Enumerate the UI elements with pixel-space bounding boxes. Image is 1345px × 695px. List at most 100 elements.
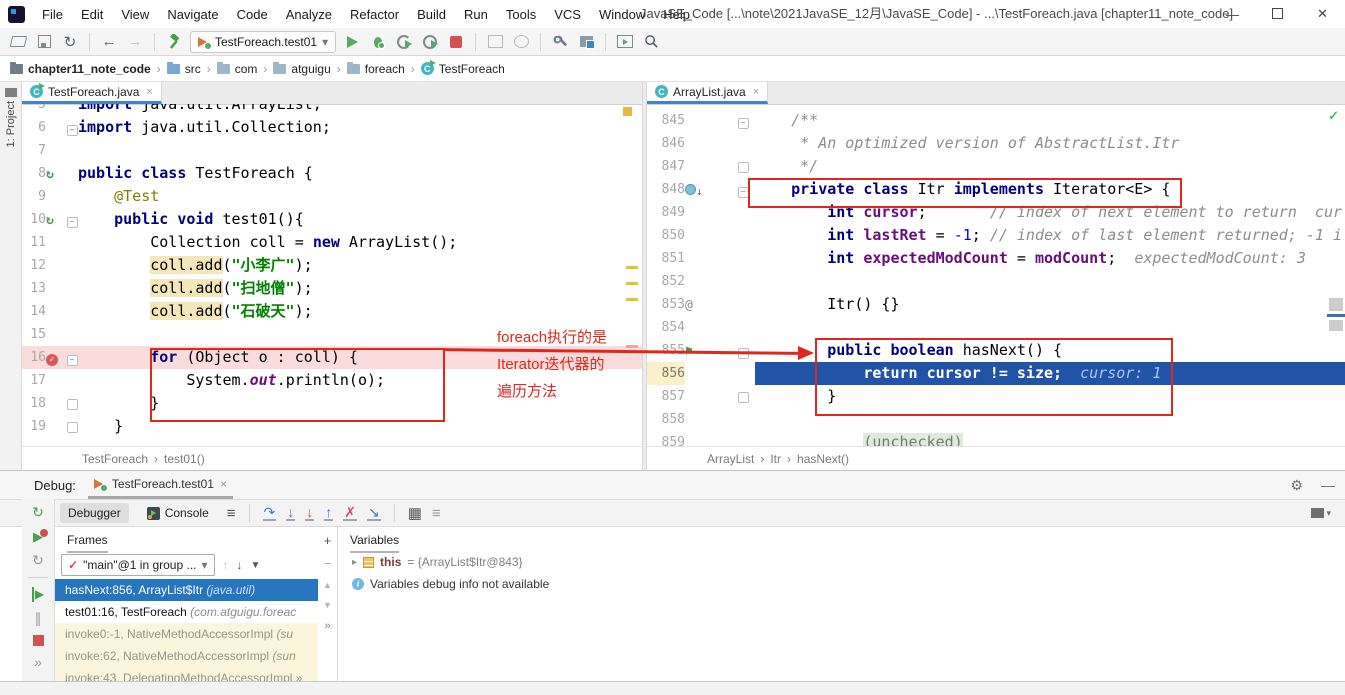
drop-frame-icon[interactable]: ✗ [343, 505, 357, 521]
menu-vcs[interactable]: VCS [546, 3, 589, 26]
gutter[interactable]: 9 [22, 185, 78, 208]
frame-row[interactable]: hasNext:856, ArrayList$Itr (java.util) [55, 579, 318, 601]
project-structure-icon[interactable] [576, 32, 596, 52]
build-hammer-icon[interactable] [164, 32, 184, 52]
window-close-button[interactable]: ✕ [1300, 6, 1345, 22]
profiler-icon[interactable] [420, 32, 440, 52]
gutter[interactable]: 853 @ [647, 293, 755, 316]
resume-program-icon[interactable]: ▶ [33, 529, 48, 544]
window-minimize-button[interactable]: — [1210, 7, 1255, 22]
editor-breadcrumb-item[interactable]: Itr [770, 452, 781, 466]
editor-breadcrumb-item[interactable]: test01() [164, 452, 205, 466]
menu-file[interactable]: File [34, 3, 71, 26]
breadcrumb-item-TestForeach[interactable]: C TestForeach [420, 60, 505, 76]
pause-icon[interactable]: ∥ [35, 611, 42, 626]
gutter[interactable]: 857 [647, 385, 755, 408]
breadcrumb-item-chapter11_note_code[interactable]: chapter11_note_code [10, 61, 151, 76]
gutter[interactable]: 845 − [647, 109, 755, 132]
gutter[interactable]: 6− [22, 116, 78, 139]
gutter[interactable]: 856 [647, 362, 755, 385]
gutter[interactable]: 859 [647, 431, 755, 447]
gear-icon[interactable]: ⚙ [1290, 477, 1303, 494]
fold-marker-icon[interactable]: − [66, 217, 78, 228]
close-icon[interactable]: × [146, 86, 152, 98]
breakpoint-icon[interactable]: ✓ [46, 354, 58, 366]
frame-row[interactable]: test01:16, TestForeach (com.atguigu.fore… [55, 601, 318, 623]
gutter[interactable]: 851 [647, 247, 755, 270]
run-test-icon[interactable]: ↻ [46, 167, 54, 182]
forward-icon[interactable]: → [125, 32, 145, 52]
frame-up-icon[interactable]: ↑ [223, 558, 229, 572]
wrench-icon[interactable] [550, 32, 570, 52]
force-step-into-icon[interactable]: ↓ [305, 505, 315, 521]
debug-button[interactable] [368, 32, 388, 52]
tab-console[interactable]: Console [139, 503, 217, 523]
editor-breadcrumb-item[interactable]: ArrayList [707, 452, 754, 466]
editor-breadcrumb-item[interactable]: hasNext() [797, 452, 849, 466]
gutter[interactable]: 846 [647, 132, 755, 155]
fold-strip[interactable] [66, 254, 78, 277]
run-test-icon[interactable]: ↻ [46, 213, 54, 228]
more-icon[interactable]: » [34, 655, 42, 670]
menu-navigate[interactable]: Navigate [159, 3, 226, 26]
scroll-down-icon[interactable]: ▼ [323, 600, 332, 610]
run-with-coverage-icon[interactable] [394, 32, 414, 52]
fold-strip[interactable] [66, 185, 78, 208]
fold-strip[interactable] [731, 247, 755, 270]
fold-strip[interactable] [731, 385, 755, 408]
menu-view[interactable]: View [113, 3, 157, 26]
fold-marker-icon[interactable] [737, 162, 749, 173]
fold-marker-icon[interactable]: − [66, 125, 78, 136]
resume-icon[interactable]: ▶ [31, 587, 44, 602]
fold-strip[interactable] [66, 392, 78, 415]
fold-strip[interactable] [66, 162, 78, 185]
run-to-cursor-icon[interactable]: ↘ [366, 505, 381, 521]
sync-icon[interactable]: ↻ [60, 32, 80, 52]
fold-strip[interactable] [66, 277, 78, 300]
fold-strip[interactable]: − [66, 116, 78, 139]
gutter[interactable]: 14 [22, 300, 78, 323]
gutter[interactable]: 5 [22, 104, 78, 116]
gutter[interactable]: 852 [647, 270, 755, 293]
gutter[interactable]: 18 [22, 392, 78, 415]
fold-strip[interactable] [66, 139, 78, 162]
tab-testforeach[interactable]: C TestForeach.java × [22, 82, 162, 104]
remove-icon[interactable]: − [324, 558, 330, 570]
frame-row[interactable]: invoke0:-1, NativeMethodAccessorImpl (su [55, 623, 318, 645]
breadcrumb-item-foreach[interactable]: foreach [346, 61, 405, 76]
fold-strip[interactable] [731, 408, 755, 431]
fold-strip[interactable]: − [66, 346, 78, 369]
gutter[interactable]: 16 ✓ − [22, 346, 78, 369]
layout-menu-icon[interactable]: ≡ [227, 505, 236, 522]
menu-analyze[interactable]: Analyze [278, 3, 340, 26]
fold-strip[interactable] [66, 231, 78, 254]
expander-icon[interactable]: ▸ [352, 557, 357, 568]
run-anything-icon[interactable] [615, 32, 635, 52]
gutter[interactable]: 13 [22, 277, 78, 300]
menu-edit[interactable]: Edit [73, 3, 111, 26]
stop-icon[interactable] [32, 635, 44, 646]
hide-panel-icon[interactable]: — [1321, 477, 1335, 493]
fold-marker-icon[interactable] [737, 392, 749, 403]
fold-strip[interactable] [731, 431, 755, 447]
gutter[interactable]: 19 [22, 415, 78, 438]
stop-button[interactable] [446, 32, 466, 52]
gutter[interactable]: 850 [647, 224, 755, 247]
scrollbar-thumb[interactable] [1329, 320, 1343, 331]
fold-strip[interactable] [731, 293, 755, 316]
variable-row[interactable]: ▸ this = {ArrayList$Itr@843} [338, 551, 1345, 573]
open-icon[interactable] [8, 32, 28, 52]
fold-strip[interactable] [66, 415, 78, 438]
rerun-icon[interactable]: ↻ [32, 505, 44, 520]
fold-marker-icon[interactable]: − [737, 118, 749, 129]
fold-strip[interactable] [66, 323, 78, 346]
tab-arraylist[interactable]: C ArrayList.java × [647, 82, 769, 104]
gutter[interactable]: 848 ↓ − [647, 178, 755, 201]
search-everywhere-icon[interactable] [641, 32, 661, 52]
thread-dropdown[interactable]: ✓ "main"@1 in group ... ▾ [61, 554, 215, 576]
debug-session-tab[interactable]: TestForeach.test01 × [87, 472, 233, 499]
menu-tools[interactable]: Tools [498, 3, 544, 26]
window-maximize-button[interactable] [1255, 7, 1300, 22]
fold-strip[interactable] [731, 362, 755, 385]
fold-marker-icon[interactable] [66, 399, 78, 410]
